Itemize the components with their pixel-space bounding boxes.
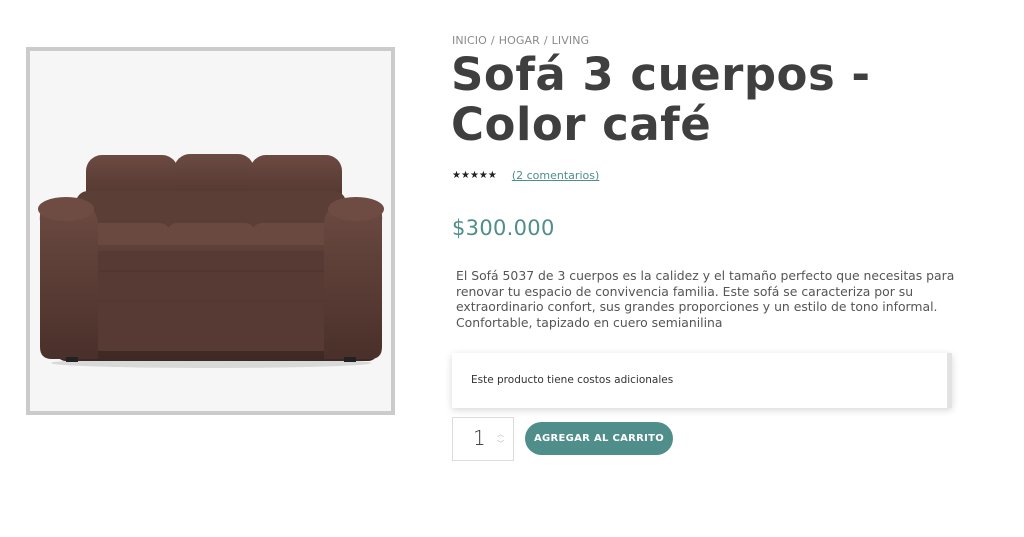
rating-row: ★ ★ ★ ★ ★ (2 comentarios) bbox=[452, 169, 599, 182]
breadcrumb-item-inicio[interactable]: INICIO bbox=[452, 34, 487, 47]
star-icon: ★ bbox=[487, 169, 497, 181]
star-icon: ★ bbox=[460, 169, 470, 181]
star-icon: ★ bbox=[469, 169, 479, 181]
star-icon: ★ bbox=[452, 169, 461, 181]
reviews-link[interactable]: (2 comentarios) bbox=[512, 169, 599, 182]
chevron-up-icon[interactable]: ︿ bbox=[497, 430, 504, 438]
product-description: El Sofá 5037 de 3 cuerpos es la calidez … bbox=[456, 268, 955, 330]
add-to-cart-button[interactable]: AGREGAR AL CARRITO bbox=[525, 422, 673, 455]
product-image[interactable] bbox=[26, 47, 395, 415]
additional-costs-notice: Este producto tiene costos adicionales bbox=[452, 353, 952, 408]
star-rating: ★ ★ ★ ★ ★ bbox=[452, 170, 497, 182]
breadcrumb: INICIO / HOGAR / LIVING bbox=[452, 34, 589, 47]
breadcrumb-separator: / bbox=[490, 34, 495, 47]
product-title: Sofá 3 cuerpos - Color café bbox=[451, 48, 871, 151]
breadcrumb-item-living[interactable]: LIVING bbox=[552, 34, 590, 47]
star-icon: ★ bbox=[478, 169, 488, 181]
quantity-stepper[interactable]: 1 ︿ ﹀ bbox=[452, 417, 514, 461]
notice-text: Este producto tiene costos adicionales bbox=[471, 374, 674, 386]
product-price: $300.000 bbox=[452, 216, 555, 240]
sofa-image bbox=[38, 154, 384, 368]
breadcrumb-item-hogar[interactable]: HOGAR bbox=[499, 34, 540, 47]
quantity-input[interactable]: 1 bbox=[473, 426, 486, 450]
chevron-down-icon[interactable]: ﹀ bbox=[497, 440, 504, 448]
breadcrumb-separator: / bbox=[543, 34, 548, 47]
